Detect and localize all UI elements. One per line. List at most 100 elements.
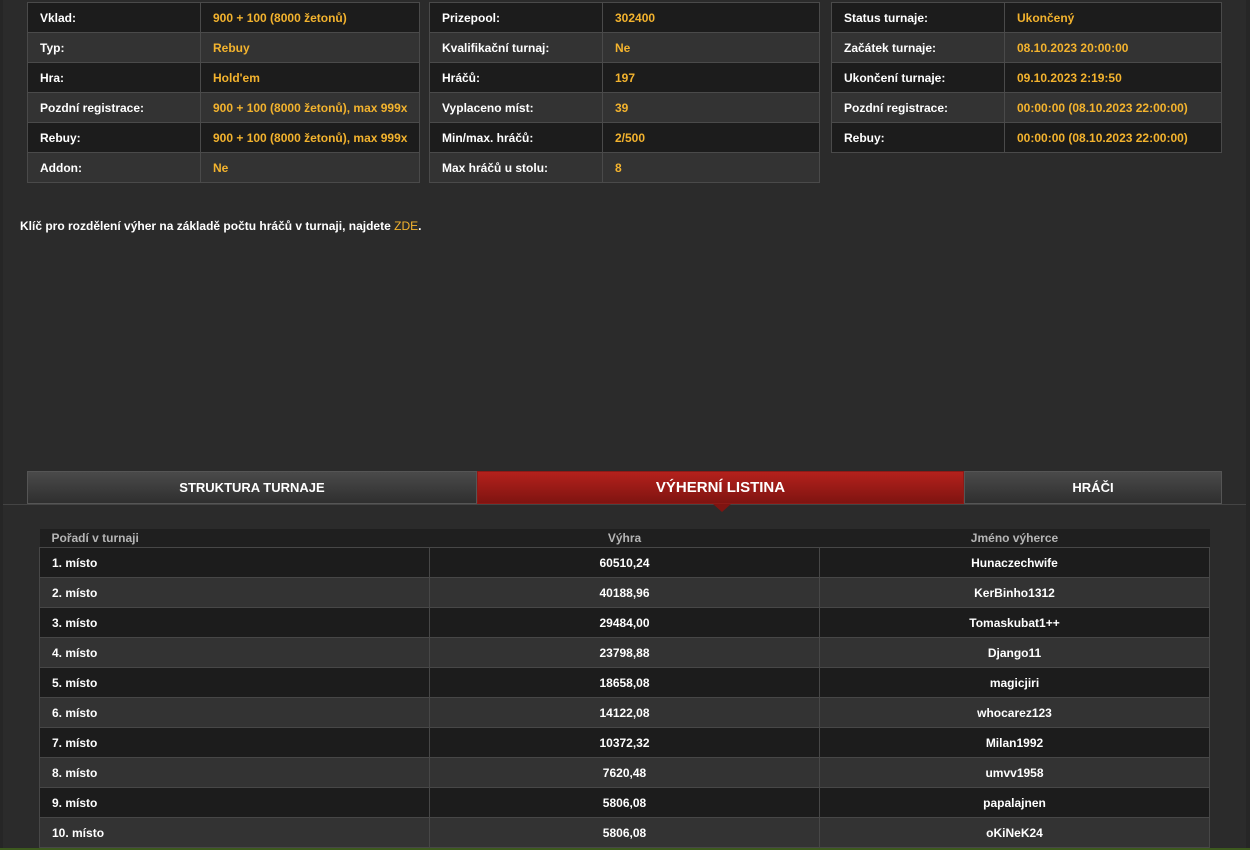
prize-cell: 14122,08 [429, 697, 820, 728]
info-label: Hra: [27, 62, 201, 93]
info-label: Pozdní registrace: [831, 92, 1005, 123]
place-cell: 3. místo [39, 607, 430, 638]
winner-cell: Tomaskubat1++ [819, 607, 1210, 638]
info-label: Vyplaceno míst: [429, 92, 603, 123]
info-row: Min/max. hráčů: 2/500 [429, 122, 820, 153]
prize-cell: 40188,96 [429, 577, 820, 608]
info-table-entry: Vklad: 900 + 100 (8000 žetonů) Typ: Rebuy … [27, 2, 421, 183]
table-row: 6. místo 14122,08 whocarez123 [39, 697, 1210, 728]
table-row: 9. místo 5806,08 papalajnen [39, 787, 1210, 818]
tab-tournament-structure[interactable]: STRUKTURA TURNAJE [27, 471, 477, 504]
info-value: 900 + 100 (8000 žetonů), max 999x [199, 122, 421, 153]
info-row: Prizepool: 302400 [429, 2, 820, 33]
info-label: Začátek turnaje: [831, 32, 1005, 63]
info-table-status: Status turnaje: Ukončený Začátek turnaje:… [831, 2, 1222, 153]
winner-cell: magicjiri [819, 667, 1210, 698]
place-cell: 9. místo [39, 787, 430, 818]
info-row: Rebuy: 00:00:00 (08.10.2023 22:00:00) [831, 122, 1222, 153]
payout-key-link[interactable]: ZDE [394, 219, 418, 233]
active-tab-pointer [713, 504, 731, 512]
place-cell: 1. místo [39, 547, 430, 578]
info-row: Rebuy: 900 + 100 (8000 žetonů), max 999x [27, 122, 421, 153]
column-header-winner: Jméno výherce [819, 529, 1210, 548]
table-row: 3. místo 29484,00 Tomaskubat1++ [39, 607, 1210, 638]
info-label: Status turnaje: [831, 2, 1005, 33]
info-row: Hra: Hold'em [27, 62, 421, 93]
info-label: Vklad: [27, 2, 201, 33]
winner-cell: whocarez123 [819, 697, 1210, 728]
info-value: Ne [602, 32, 820, 63]
info-label: Pozdní registrace: [27, 92, 201, 123]
prize-cell: 18658,08 [429, 667, 820, 698]
info-row: Status turnaje: Ukončený [831, 2, 1222, 33]
place-cell: 7. místo [39, 727, 430, 758]
table-row: 2. místo 40188,96 KerBinho1312 [39, 577, 1210, 608]
place-cell: 2. místo [39, 577, 430, 608]
info-label: Rebuy: [27, 122, 201, 153]
table-row: 7. místo 10372,32 Milan1992 [39, 727, 1210, 758]
info-value: 00:00:00 (08.10.2023 22:00:00) [1004, 92, 1222, 123]
info-row: Ukončení turnaje: 09.10.2023 2:19:50 [831, 62, 1222, 93]
prize-cell: 10372,32 [429, 727, 820, 758]
info-label: Rebuy: [831, 122, 1005, 153]
info-value: 197 [602, 62, 820, 93]
place-cell: 10. místo [39, 817, 430, 848]
winner-cell: Hunaczechwife [819, 547, 1210, 578]
table-row: 10. místo 5806,08 oKiNeK24 [39, 817, 1210, 848]
info-label: Typ: [27, 32, 201, 63]
info-value: Hold'em [199, 62, 421, 93]
prize-cell: 60510,24 [429, 547, 820, 578]
tab-players[interactable]: HRÁČI [964, 471, 1222, 504]
info-value: 302400 [602, 2, 820, 33]
info-value: 09.10.2023 2:19:50 [1004, 62, 1222, 93]
table-row: 8. místo 7620,48 umvv1958 [39, 757, 1210, 788]
info-row: Typ: Rebuy [27, 32, 421, 63]
prize-cell: 29484,00 [429, 607, 820, 638]
info-table-prizepool: Prizepool: 302400 Kvalifikační turnaj: Ne … [429, 2, 820, 183]
winner-cell: KerBinho1312 [819, 577, 1210, 608]
info-value: 2/500 [602, 122, 820, 153]
info-row: Addon: Ne [27, 152, 421, 183]
prize-cell: 5806,08 [429, 787, 820, 818]
column-header-prize: Výhra [429, 529, 820, 548]
info-value: 39 [602, 92, 820, 123]
info-row: Pozdní registrace: 00:00:00 (08.10.2023 2… [831, 92, 1222, 123]
payout-key-suffix: . [418, 219, 422, 233]
info-label: Prizepool: [429, 2, 603, 33]
info-row: Hráčů: 197 [429, 62, 820, 93]
info-row: Max hráčů u stolu: 8 [429, 152, 820, 183]
column-header-place: Pořadí v turnaji [39, 529, 430, 548]
info-label: Ukončení turnaje: [831, 62, 1005, 93]
info-value: 8 [602, 152, 820, 183]
winner-cell: Django11 [819, 637, 1210, 668]
info-value: Ukončený [1004, 2, 1222, 33]
info-row: Kvalifikační turnaj: Ne [429, 32, 820, 63]
info-row: Začátek turnaje: 08.10.2023 20:00:00 [831, 32, 1222, 63]
info-row: Vyplaceno míst: 39 [429, 92, 820, 123]
payout-key-note: Klíč pro rozdělení výher na základě počt… [20, 219, 421, 233]
winner-cell: papalajnen [819, 787, 1210, 818]
table-row: 4. místo 23798,88 Django11 [39, 637, 1210, 668]
winner-cell: umvv1958 [819, 757, 1210, 788]
place-cell: 5. místo [39, 667, 430, 698]
info-row: Vklad: 900 + 100 (8000 žetonů) [27, 2, 421, 33]
place-cell: 6. místo [39, 697, 430, 728]
winner-cell: oKiNeK24 [819, 817, 1210, 848]
place-cell: 4. místo [39, 637, 430, 668]
prize-cell: 23798,88 [429, 637, 820, 668]
table-row: 1. místo 60510,24 Hunaczechwife [39, 547, 1210, 578]
table-header-row: Pořadí v turnaji Výhra Jméno výherce [39, 529, 1210, 548]
info-label: Addon: [27, 152, 201, 183]
prize-cell: 5806,08 [429, 817, 820, 848]
place-cell: 8. místo [39, 757, 430, 788]
info-label: Max hráčů u stolu: [429, 152, 603, 183]
info-value: 900 + 100 (8000 žetonů), max 999x [199, 92, 421, 123]
tab-winners-list[interactable]: VÝHERNÍ LISTINA [477, 471, 964, 504]
info-label: Min/max. hráčů: [429, 122, 603, 153]
winner-cell: Milan1992 [819, 727, 1210, 758]
info-value: Ne [199, 152, 421, 183]
info-row: Pozdní registrace: 900 + 100 (8000 žetonů… [27, 92, 421, 123]
info-label: Kvalifikační turnaj: [429, 32, 603, 63]
info-label: Hráčů: [429, 62, 603, 93]
table-row: 5. místo 18658,08 magicjiri [39, 667, 1210, 698]
